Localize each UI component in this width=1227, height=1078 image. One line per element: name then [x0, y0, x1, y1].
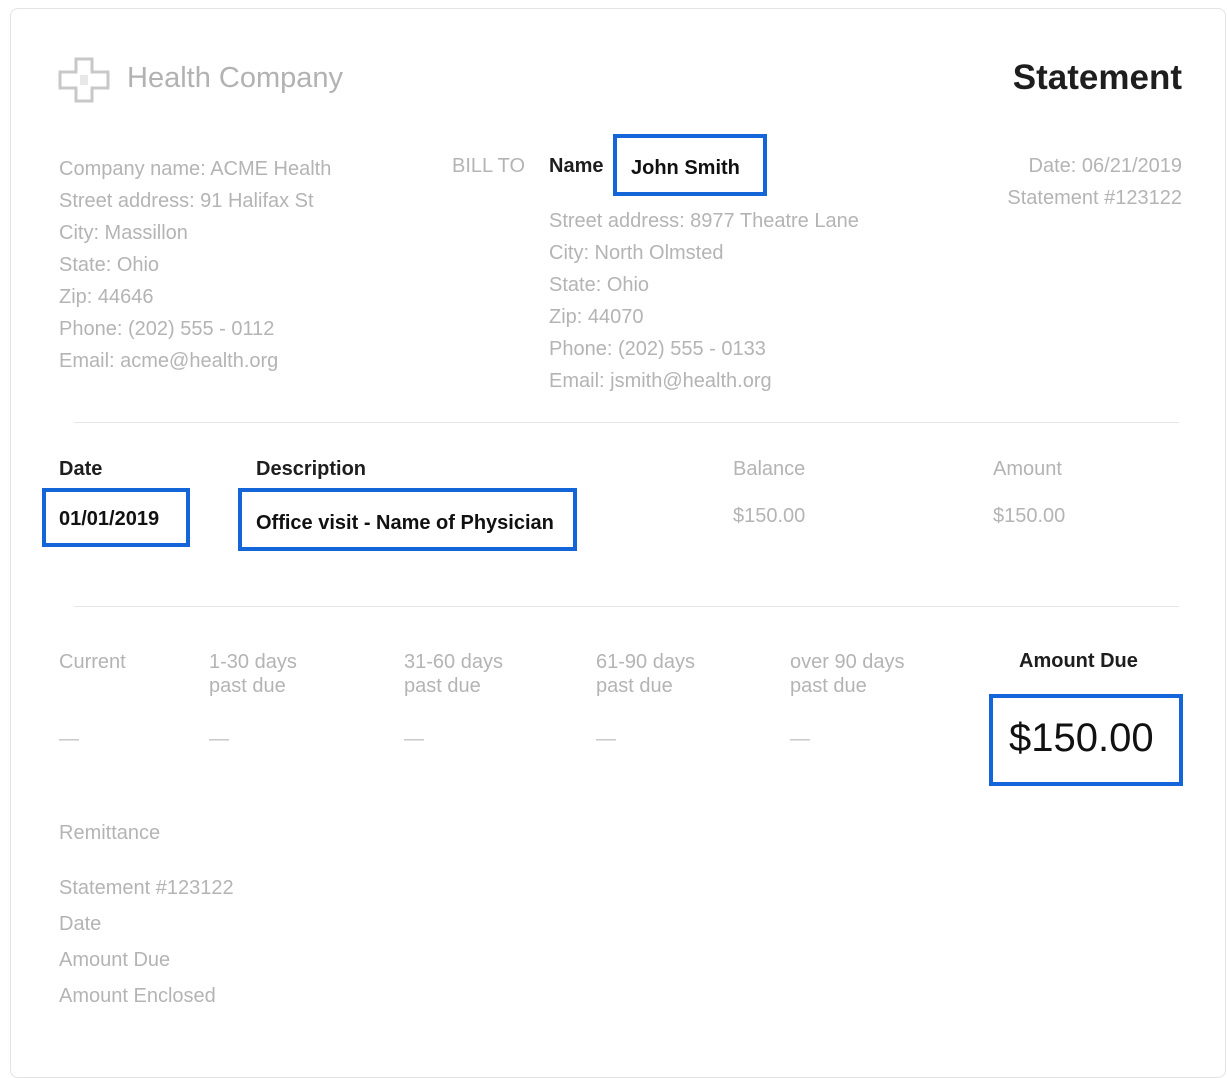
aging-header-61-90: 61-90 days past due: [596, 651, 695, 697]
company-email-line: Email: acme@health.org: [59, 350, 279, 372]
page-title: Statement: [1012, 58, 1182, 97]
remittance-date: Date: [59, 913, 102, 935]
name-field[interactable]: John Smith: [613, 134, 767, 196]
column-header-amount: Amount: [993, 458, 1062, 480]
name-value: John Smith: [631, 157, 740, 179]
divider: [74, 422, 1179, 423]
remittance-title: Remittance: [59, 822, 161, 844]
amount-due-field[interactable]: $150.00: [989, 694, 1183, 786]
company-address-block: Company name: ACME Health Street address…: [59, 153, 331, 377]
company-zip-line: Zip: 44646: [59, 286, 154, 308]
statement-meta: Date: 06/21/2019 Statement #123122: [1007, 150, 1182, 214]
aging-value-61-90: —: [596, 728, 616, 750]
item-amount: $150.00: [993, 505, 1066, 527]
column-header-description: Description: [256, 458, 367, 480]
company-state-line: State: Ohio: [59, 254, 160, 276]
item-description-field[interactable]: Office visit - Name of Physician: [238, 488, 577, 551]
aging-header-31-60: 31-60 days past due: [404, 651, 503, 697]
aging-value-1-30: —: [209, 728, 229, 750]
company-city-line: City: Massillon: [59, 222, 188, 244]
bill-to-street-line: Street address: 8977 Theatre Lane: [549, 210, 859, 232]
aging-header-current: Current: [59, 651, 126, 673]
name-label: Name: [549, 155, 604, 177]
bill-to-state-line: State: Ohio: [549, 274, 650, 296]
aging-header-1-30: 1-30 days past due: [209, 651, 297, 697]
aging-header-over-90: over 90 days past due: [790, 651, 905, 697]
item-date-field[interactable]: 01/01/2019: [42, 488, 190, 547]
bill-to-label: BILL TO: [452, 155, 526, 177]
company-street-line: Street address: 91 Halifax St: [59, 190, 314, 212]
aging-value-current: —: [59, 728, 79, 750]
bill-to-zip-line: Zip: 44070: [549, 306, 644, 328]
bill-to-email-line: Email: jsmith@health.org: [549, 370, 772, 392]
item-date-value: 01/01/2019: [59, 508, 160, 530]
amount-due-label: Amount Due: [1019, 650, 1138, 672]
bill-to-phone-line: Phone: (202) 555 - 0133: [549, 338, 766, 360]
item-description-value: Office visit - Name of Physician: [256, 512, 554, 534]
bill-to-city-line: City: North Olmsted: [549, 242, 724, 264]
company-phone-line: Phone: (202) 555 - 0112: [59, 318, 275, 340]
statement-number: Statement #123122: [1007, 187, 1182, 209]
aging-value-over-90: —: [790, 728, 810, 750]
remittance-amount-enclosed: Amount Enclosed: [59, 985, 216, 1007]
remittance-statement-number: Statement #123122: [59, 877, 234, 899]
divider: [74, 606, 1179, 607]
bill-to-address-block: Street address: 8977 Theatre Lane City: …: [549, 205, 859, 397]
plus-cross-icon: [58, 57, 110, 103]
company-name-line: Company name: ACME Health: [59, 158, 332, 180]
remittance-list: Statement #123122 Date Amount Due Amount…: [59, 870, 234, 1014]
column-header-date: Date: [59, 458, 103, 480]
item-balance: $150.00: [733, 505, 806, 527]
amount-due-value: $150.00: [1009, 716, 1154, 760]
remittance-amount-due: Amount Due: [59, 949, 171, 971]
column-header-balance: Balance: [733, 458, 806, 480]
statement-date: Date: 06/21/2019: [1028, 155, 1182, 177]
company-name: Health Company: [127, 62, 343, 94]
aging-value-31-60: —: [404, 728, 424, 750]
